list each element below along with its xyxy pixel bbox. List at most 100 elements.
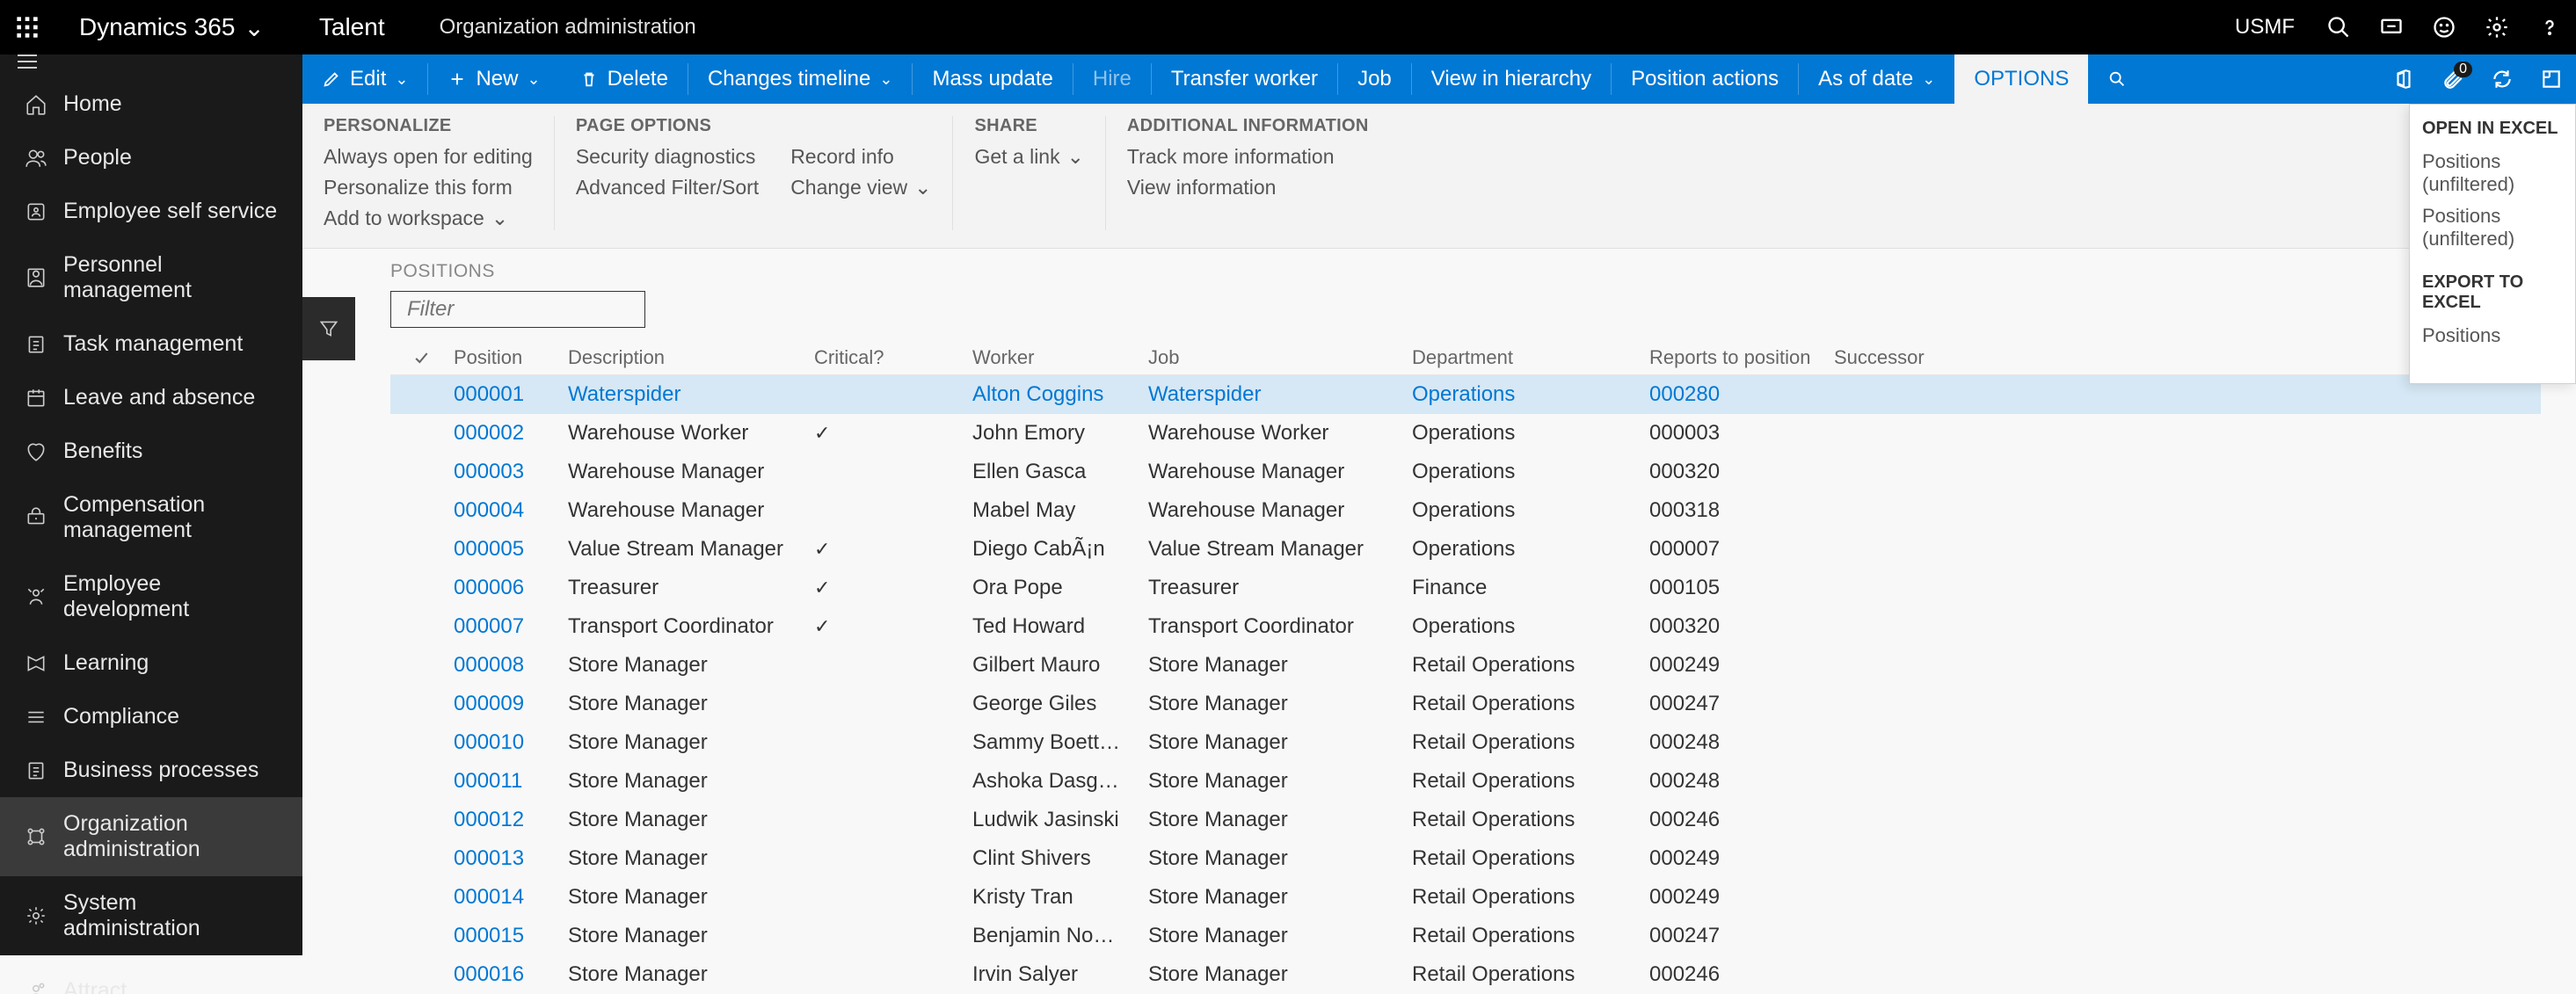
position-link[interactable]: 000016 bbox=[454, 962, 524, 986]
advanced-filter-link[interactable]: Advanced Filter/Sort bbox=[576, 176, 759, 200]
reports-to-cell: 000105 bbox=[1639, 576, 1823, 600]
changes-timeline-button[interactable]: Changes timeline⌄ bbox=[688, 54, 913, 104]
options-tab[interactable]: OPTIONS bbox=[1954, 54, 2088, 104]
table-row[interactable]: 000010Store ManagerSammy BoettcherStore … bbox=[390, 723, 2541, 762]
view-hierarchy-button[interactable]: View in hierarchy bbox=[1412, 54, 1611, 104]
view-information-link[interactable]: View information bbox=[1127, 176, 1369, 200]
position-link[interactable]: 000006 bbox=[454, 576, 524, 599]
smiley-icon[interactable] bbox=[2418, 0, 2470, 54]
office-icon[interactable] bbox=[2379, 54, 2428, 104]
nav-item-task-management[interactable]: Task management bbox=[0, 317, 302, 371]
table-row[interactable]: 000008Store ManagerGilbert MauroStore Ma… bbox=[390, 646, 2541, 685]
position-link[interactable]: 000014 bbox=[454, 885, 524, 909]
table-row[interactable]: 000002Warehouse Worker✓John EmoryWarehou… bbox=[390, 414, 2541, 453]
filter-input-container[interactable] bbox=[390, 291, 645, 328]
table-row[interactable]: 000014Store ManagerKristy TranStore Mana… bbox=[390, 878, 2541, 917]
job-button[interactable]: Job bbox=[1338, 54, 1411, 104]
col-worker[interactable]: Worker bbox=[962, 346, 1138, 369]
table-row[interactable]: 000007Transport Coordinator✓Ted HowardTr… bbox=[390, 607, 2541, 646]
table-row[interactable]: 000013Store ManagerClint ShiversStore Ma… bbox=[390, 839, 2541, 878]
nav-item-leave-and-absence[interactable]: Leave and absence bbox=[0, 371, 302, 424]
table-row[interactable]: 000016Store ManagerIrvin SalyerStore Man… bbox=[390, 955, 2541, 994]
position-link[interactable]: 000004 bbox=[454, 498, 524, 522]
worker-cell: Benjamin Nowell bbox=[962, 924, 1138, 948]
personalize-form-link[interactable]: Personalize this form bbox=[324, 176, 533, 200]
col-description[interactable]: Description bbox=[557, 346, 804, 369]
help-icon[interactable] bbox=[2523, 0, 2576, 54]
always-open-editing-link[interactable]: Always open for editing bbox=[324, 145, 533, 169]
position-link[interactable]: 000010 bbox=[454, 730, 524, 754]
table-row[interactable]: 000001WaterspiderAlton CogginsWaterspide… bbox=[390, 375, 2541, 414]
nav-item-system-administration[interactable]: System administration bbox=[0, 876, 302, 955]
table-row[interactable]: 000009Store ManagerGeorge GilesStore Man… bbox=[390, 685, 2541, 723]
select-all-checkbox[interactable] bbox=[399, 349, 443, 366]
open-excel-link-1[interactable]: Positions (unfiltered) bbox=[2422, 146, 2563, 200]
nav-item-organization-administration[interactable]: Organization administration bbox=[0, 797, 302, 876]
chevron-down-icon: ⌄ bbox=[879, 70, 892, 89]
nav-item-employee-development[interactable]: Employee development bbox=[0, 557, 302, 636]
table-row[interactable]: 000006Treasurer✓Ora PopeTreasurerFinance… bbox=[390, 569, 2541, 607]
col-critical[interactable]: Critical? bbox=[804, 346, 962, 369]
col-reports-to[interactable]: Reports to position bbox=[1639, 346, 1823, 369]
nav-item-learning[interactable]: Learning bbox=[0, 636, 302, 690]
mass-update-button[interactable]: Mass update bbox=[913, 54, 1072, 104]
security-diagnostics-link[interactable]: Security diagnostics bbox=[576, 145, 759, 169]
company-code[interactable]: USMF bbox=[2217, 15, 2312, 40]
open-excel-link-2[interactable]: Positions (unfiltered) bbox=[2422, 200, 2563, 255]
nav-item-personnel-management[interactable]: Personnel management bbox=[0, 238, 302, 317]
table-row[interactable]: 000012Store ManagerLudwik JasinskiStore … bbox=[390, 801, 2541, 839]
col-department[interactable]: Department bbox=[1401, 346, 1639, 369]
delete-button[interactable]: Delete bbox=[560, 54, 688, 104]
position-link[interactable]: 000015 bbox=[454, 924, 524, 947]
position-link[interactable]: 000007 bbox=[454, 614, 524, 638]
table-row[interactable]: 000015Store ManagerBenjamin NowellStore … bbox=[390, 917, 2541, 955]
as-of-date-button[interactable]: As of date⌄ bbox=[1799, 54, 1954, 104]
feedback-icon[interactable] bbox=[2365, 0, 2418, 54]
col-job[interactable]: Job bbox=[1138, 346, 1401, 369]
nav-item-compensation-management[interactable]: Compensation management bbox=[0, 478, 302, 557]
attachments-icon[interactable]: 0 bbox=[2428, 54, 2478, 104]
position-link[interactable]: 000008 bbox=[454, 653, 524, 677]
brand-dropdown[interactable]: Dynamics 365 ⌄ bbox=[55, 0, 289, 54]
table-row[interactable]: 000011Store ManagerAshoka DasguptaStore … bbox=[390, 762, 2541, 801]
nav-item-compliance[interactable]: Compliance bbox=[0, 690, 302, 744]
get-link-link[interactable]: Get a link⌄ bbox=[974, 145, 1083, 169]
nav-item-people[interactable]: People bbox=[0, 131, 302, 185]
transfer-worker-button[interactable]: Transfer worker bbox=[1152, 54, 1337, 104]
table-row[interactable]: 000005Value Stream Manager✓Diego CabÃ¡nV… bbox=[390, 530, 2541, 569]
hire-button[interactable]: Hire bbox=[1073, 54, 1151, 104]
position-link[interactable]: 000002 bbox=[454, 421, 524, 445]
position-link[interactable]: 000012 bbox=[454, 808, 524, 831]
popout-icon[interactable] bbox=[2527, 54, 2576, 104]
export-excel-link[interactable]: Positions bbox=[2422, 320, 2563, 352]
change-view-link[interactable]: Change view⌄ bbox=[790, 176, 931, 200]
track-more-info-link[interactable]: Track more information bbox=[1127, 145, 1369, 169]
position-link[interactable]: 000003 bbox=[454, 460, 524, 483]
position-actions-button[interactable]: Position actions bbox=[1612, 54, 1798, 104]
search-commands-icon[interactable] bbox=[2088, 54, 2146, 104]
filter-input[interactable] bbox=[407, 297, 684, 322]
position-link[interactable]: 000009 bbox=[454, 692, 524, 715]
position-link[interactable]: 000005 bbox=[454, 537, 524, 561]
nav-item-employee-self-service[interactable]: Employee self service bbox=[0, 185, 302, 238]
filter-pane-icon[interactable] bbox=[302, 297, 355, 360]
position-link[interactable]: 000001 bbox=[454, 382, 524, 406]
col-successor[interactable]: Successor bbox=[1823, 346, 1999, 369]
table-row[interactable]: 000003Warehouse ManagerEllen GascaWareho… bbox=[390, 453, 2541, 491]
gear-icon[interactable] bbox=[2470, 0, 2523, 54]
col-position[interactable]: Position bbox=[443, 346, 557, 369]
record-info-link[interactable]: Record info bbox=[790, 145, 931, 169]
app-launcher-icon[interactable] bbox=[0, 0, 55, 54]
app-name[interactable]: Talent bbox=[289, 13, 415, 41]
edit-button[interactable]: Edit⌄ bbox=[302, 54, 427, 104]
nav-item-benefits[interactable]: Benefits bbox=[0, 424, 302, 478]
position-link[interactable]: 000011 bbox=[454, 769, 522, 793]
refresh-icon[interactable] bbox=[2478, 54, 2527, 104]
table-row[interactable]: 000004Warehouse ManagerMabel MayWarehous… bbox=[390, 491, 2541, 530]
new-button[interactable]: New⌄ bbox=[428, 54, 559, 104]
search-icon[interactable] bbox=[2312, 0, 2365, 54]
position-link[interactable]: 000013 bbox=[454, 846, 524, 870]
add-to-workspace-link[interactable]: Add to workspace⌄ bbox=[324, 207, 533, 230]
nav-item-business-processes[interactable]: Business processes bbox=[0, 744, 302, 797]
description-cell: Waterspider bbox=[557, 382, 804, 407]
